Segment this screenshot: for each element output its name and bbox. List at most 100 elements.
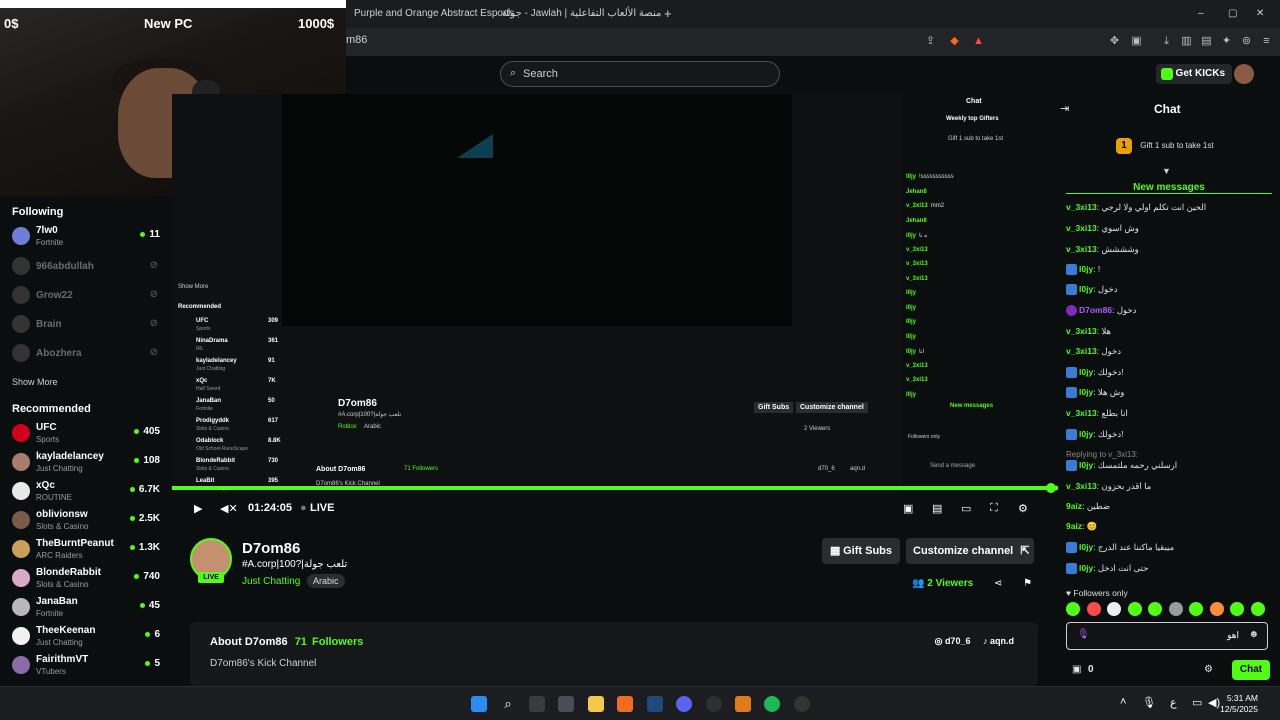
microphone-icon[interactable]: 🎙 bbox=[1077, 629, 1090, 640]
search-input[interactable]: ⌕ Search bbox=[500, 61, 780, 87]
play-icon[interactable]: ▶ bbox=[194, 502, 202, 515]
chat-username[interactable]: l0jy bbox=[1079, 460, 1093, 470]
fullscreen-icon[interactable]: ⛶ bbox=[990, 502, 998, 515]
tiktok-icon[interactable]: ♪ bbox=[983, 636, 988, 646]
reader-icon[interactable]: ▣ bbox=[1130, 35, 1143, 48]
progress-thumb[interactable] bbox=[1046, 483, 1056, 493]
chat-message[interactable]: D7om86: دخول bbox=[1066, 305, 1136, 317]
chat-message[interactable]: v_3xi13: وش اسوي bbox=[1066, 223, 1139, 234]
minimize-button[interactable]: – bbox=[1198, 4, 1204, 24]
calculator-icon[interactable] bbox=[558, 696, 574, 712]
obs-icon[interactable] bbox=[794, 696, 810, 712]
social-tiktok[interactable]: aqn.d bbox=[990, 636, 1014, 646]
miniplayer-icon[interactable]: ▭ bbox=[961, 502, 971, 515]
chat-message[interactable]: l0jy: ! bbox=[1066, 264, 1100, 276]
theater-icon[interactable]: ▣ bbox=[903, 502, 913, 515]
pin-icon[interactable]: ▼ bbox=[1162, 166, 1171, 176]
emote-icon[interactable] bbox=[1086, 602, 1101, 616]
brave-shield-icon[interactable]: ◆ bbox=[948, 35, 961, 48]
chat-settings-icon[interactable]: ⚙ bbox=[1204, 664, 1213, 675]
collapse-chat-icon[interactable]: ⇥ bbox=[1060, 102, 1069, 115]
chat-message[interactable]: l0jy: دخول bbox=[1066, 284, 1118, 296]
emoji-icon[interactable]: ☻ bbox=[1248, 629, 1259, 640]
chat-username[interactable]: l0jy bbox=[1079, 429, 1093, 439]
tray-chevron-icon[interactable]: ˄ bbox=[1120, 696, 1126, 708]
show-more-link[interactable]: Show More bbox=[12, 377, 58, 387]
chat-username[interactable]: v_3xi13 bbox=[1066, 408, 1097, 418]
instagram-icon[interactable]: ◎ bbox=[935, 636, 943, 646]
sidebar-item-brain[interactable]: Brain ⊘ bbox=[12, 312, 162, 338]
system-clock[interactable]: 5:31 AM 12/5/2025 bbox=[1220, 693, 1258, 715]
channel-name[interactable]: D7om86 bbox=[242, 540, 300, 557]
chat-username[interactable]: v_3xi13 bbox=[1066, 223, 1097, 233]
chat-message[interactable]: v_3xi13: ما اقدر بحزون bbox=[1066, 481, 1151, 492]
sidebar-item-oblivionsw[interactable]: oblivionsw Slots & Casino 2.5K bbox=[12, 508, 162, 534]
search-taskbar-icon[interactable]: ⌕ bbox=[500, 696, 516, 712]
tray-language-icon[interactable]: ع bbox=[1170, 696, 1177, 709]
wallet-icon[interactable]: ▤ bbox=[1200, 35, 1213, 48]
chat-username[interactable]: D7om86 bbox=[1079, 305, 1112, 315]
chat-username[interactable]: v_3xi13 bbox=[1066, 346, 1097, 356]
task-view-icon[interactable] bbox=[529, 696, 545, 712]
emote-icon[interactable] bbox=[1189, 602, 1203, 616]
emote-icon[interactable] bbox=[1209, 602, 1224, 616]
emote-icon[interactable] bbox=[1107, 602, 1121, 616]
start-icon[interactable] bbox=[471, 696, 487, 712]
chat-username[interactable]: l0jy bbox=[1079, 367, 1093, 377]
vpn-icon[interactable]: ⊚ bbox=[1240, 35, 1253, 48]
download-icon[interactable]: ⤓ bbox=[1160, 35, 1173, 48]
social-instagram[interactable]: d70_6 bbox=[945, 636, 971, 646]
sidebar-item-grow22[interactable]: Grow22 ⊘ bbox=[12, 283, 162, 309]
emote-icon[interactable] bbox=[1250, 602, 1265, 616]
sidebar-item-janaban[interactable]: JanaBan Fortnite 45 bbox=[12, 595, 162, 621]
chat-message[interactable]: v_3xi13: الحين انت تكلم اولي ولا لرجي bbox=[1066, 202, 1206, 213]
brave-rewards-icon[interactable]: ▲ bbox=[972, 35, 985, 48]
get-kicks-button[interactable]: Get KICKs bbox=[1156, 64, 1232, 84]
chat-message[interactable]: l0jy: وش هلا bbox=[1066, 387, 1124, 399]
language-tag[interactable]: Arabic bbox=[307, 574, 345, 588]
gift-leaderboard[interactable]: 1 Gift 1 sub to take 1st bbox=[1116, 138, 1214, 154]
browser-tab[interactable]: Purple and Orange Abstract Esports bbox=[354, 4, 514, 24]
chat-message[interactable]: l0jy: حتى انت ادخل bbox=[1066, 563, 1148, 575]
emote-icon[interactable] bbox=[1168, 602, 1183, 616]
chat-username[interactable]: 9aiz bbox=[1066, 521, 1082, 531]
sidebar-item-966abdullah[interactable]: 966abdullah ⊘ bbox=[12, 254, 162, 280]
chat-username[interactable]: v_3xi13 bbox=[1066, 244, 1097, 254]
app-icon[interactable] bbox=[706, 696, 722, 712]
chat-message[interactable]: 9aiz: ضطين bbox=[1066, 501, 1110, 512]
chat-username[interactable]: v_3xi13 bbox=[1066, 326, 1097, 336]
stream-category[interactable]: Just Chatting bbox=[242, 576, 300, 587]
chat-message[interactable]: l0jy: ميبقيا ماكننا عند الدرج bbox=[1066, 542, 1174, 554]
chat-message[interactable]: l0jy: دخولك! bbox=[1066, 367, 1123, 379]
chat-message[interactable]: l0jy: دخولك! bbox=[1066, 429, 1123, 441]
chat-username[interactable]: l0jy bbox=[1079, 387, 1093, 397]
new-tab-button[interactable]: + bbox=[664, 4, 672, 24]
chest-icon[interactable]: ▣ bbox=[1072, 664, 1081, 675]
chat-username[interactable]: l0jy bbox=[1079, 542, 1093, 552]
chat-username[interactable]: l0jy bbox=[1079, 284, 1093, 294]
emote-icon[interactable] bbox=[1127, 602, 1142, 616]
mute-icon[interactable]: ◀✕ bbox=[220, 502, 238, 515]
chat-message[interactable]: 9aiz: 😊 bbox=[1066, 521, 1097, 532]
emote-icon[interactable] bbox=[1066, 602, 1080, 616]
brave-browser-icon[interactable] bbox=[617, 696, 633, 712]
sidebar-item-xqc[interactable]: xQc ROUTINE 6.7K bbox=[12, 479, 162, 505]
sidebar-item-theburntpeanut[interactable]: TheBurntPeanut ARC Raiders 1.3K bbox=[12, 537, 162, 563]
share-icon[interactable]: ⇪ bbox=[924, 35, 937, 48]
send-chat-button[interactable]: Chat bbox=[1232, 660, 1270, 680]
clip-icon[interactable]: ▤ bbox=[932, 502, 942, 515]
share-icon[interactable]: ⋖ bbox=[994, 578, 1002, 589]
chat-message[interactable]: v_3xi13: وشششش bbox=[1066, 244, 1139, 255]
vlc-icon[interactable] bbox=[735, 696, 751, 712]
tray-network-icon[interactable]: ▭ bbox=[1192, 696, 1202, 709]
sidebar-item-blonderabbit[interactable]: BlondeRabbit Slots & Casino 740 bbox=[12, 566, 162, 592]
emote-icon[interactable] bbox=[1148, 602, 1162, 616]
chat-username[interactable]: 9aiz bbox=[1066, 501, 1082, 511]
file-explorer-icon[interactable] bbox=[588, 696, 604, 712]
stream-video[interactable]: Show More Recommended UFC Sports 309 NinaDr… bbox=[172, 94, 1058, 494]
sidebar-item-abozhera[interactable]: Abozhera ⊘ bbox=[12, 341, 162, 367]
menu-icon[interactable]: ≡ bbox=[1260, 35, 1273, 48]
chat-username[interactable]: l0jy bbox=[1079, 264, 1093, 274]
gift-subs-button[interactable]: ▦ Gift Subs bbox=[822, 538, 900, 564]
sidebar-item-theekeenan[interactable]: TheeKeenan Just Chatting 6 bbox=[12, 624, 162, 650]
